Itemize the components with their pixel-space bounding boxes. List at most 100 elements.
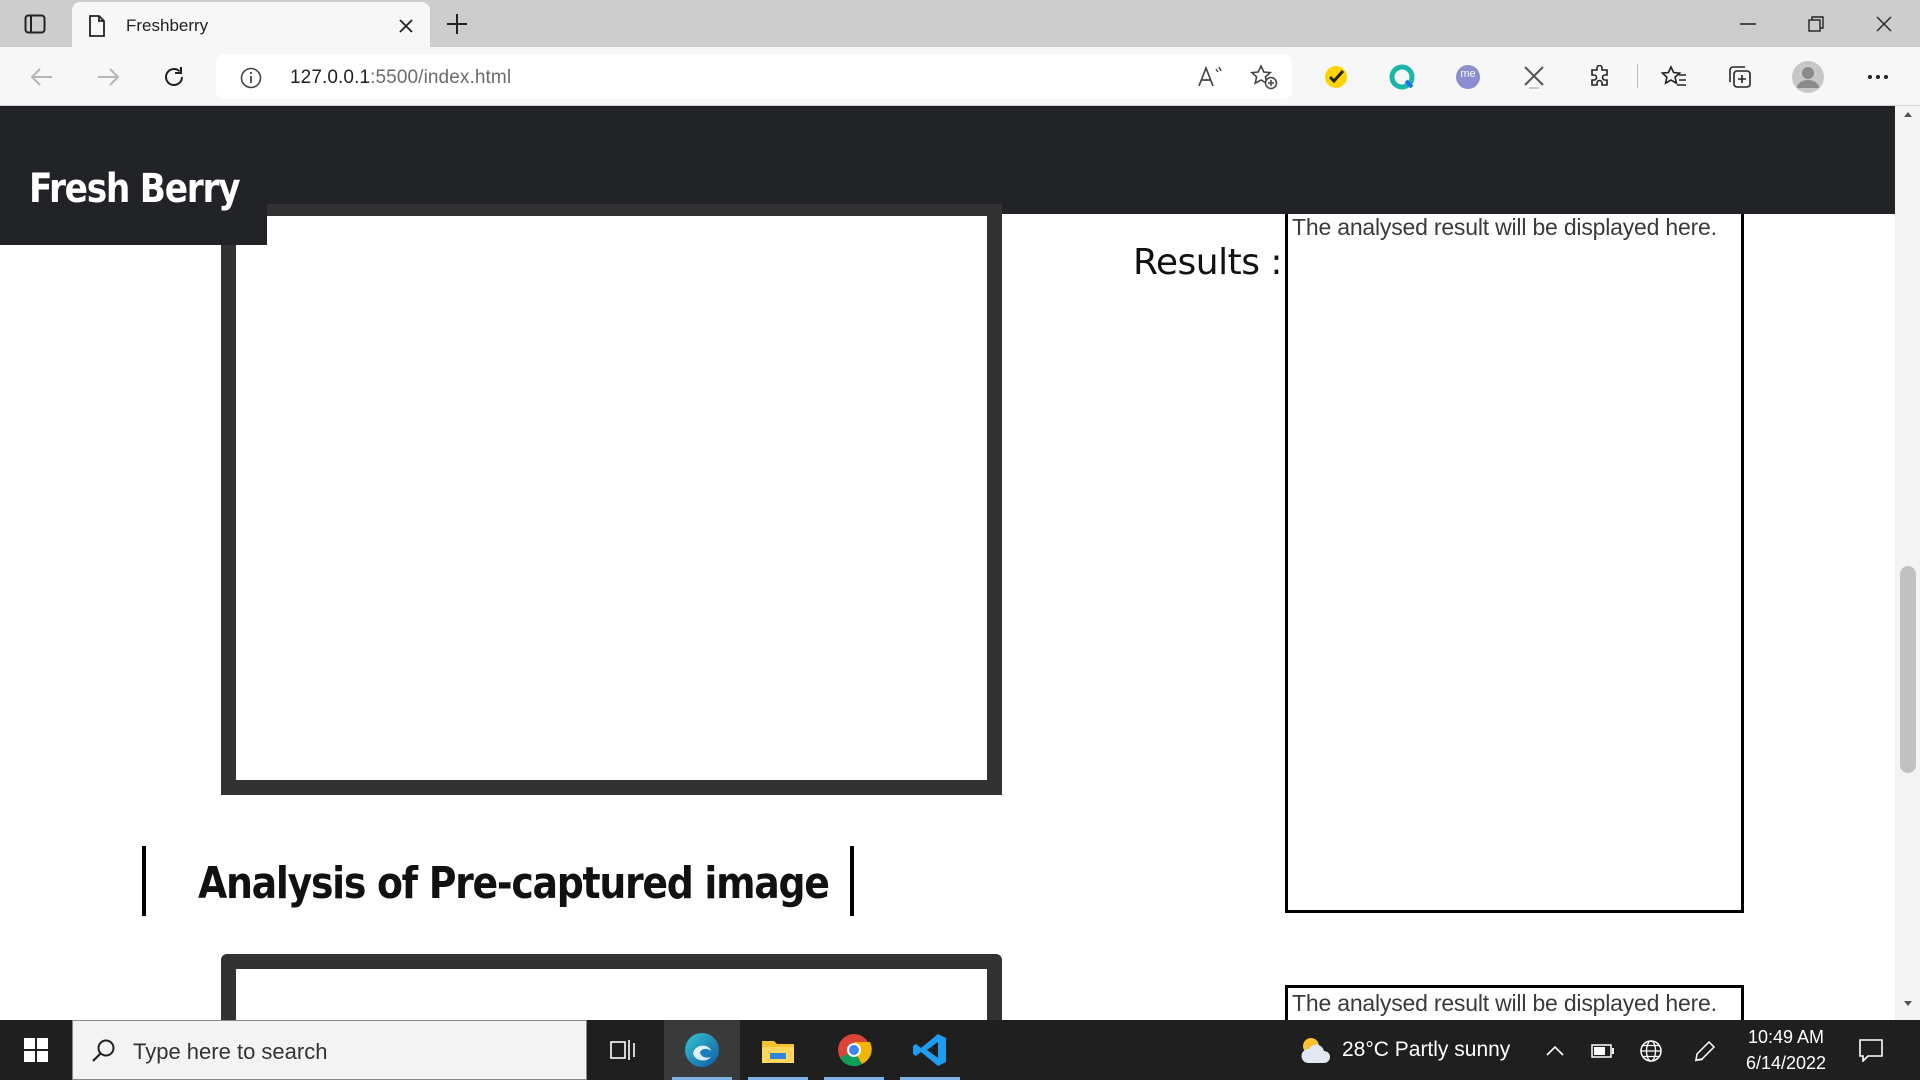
result-box: The analysed result will be displayed he… <box>1285 214 1744 913</box>
page-scrollbar[interactable] <box>1895 106 1920 1020</box>
close-icon <box>399 19 413 33</box>
extension-x-button[interactable] <box>1518 61 1550 93</box>
address-bar[interactable]: 127.0.0.1:5500/index.html <box>216 54 1292 99</box>
result-placeholder-2: The analysed result will be displayed he… <box>1292 990 1717 1016</box>
x-logo-icon <box>1524 66 1544 89</box>
read-aloud-button[interactable] <box>1194 61 1226 93</box>
plus-icon <box>447 14 467 34</box>
tab-title: Freshberry <box>126 16 209 35</box>
pen-icon <box>1694 1040 1716 1062</box>
camera-feed-frame <box>221 204 1002 795</box>
q-logo-icon <box>1389 64 1415 90</box>
chrome-browser-icon <box>838 1034 872 1067</box>
taskbar-chrome[interactable] <box>816 1020 892 1080</box>
weather-widget[interactable]: 28°C Partly sunny <box>1298 1020 1510 1080</box>
clock-date: 6/14/2022 <box>1745 1053 1827 1073</box>
me-badge-label: me <box>1460 68 1476 80</box>
folder-icon <box>762 1041 794 1063</box>
taskbar-vscode[interactable] <box>892 1020 968 1080</box>
toolbar-separator <box>1637 64 1638 88</box>
section-heading: Analysis of Pre-captured image <box>198 858 830 909</box>
more-dots-icon <box>1868 75 1888 79</box>
browser-tab-strip: Freshberry <box>0 0 1920 47</box>
url-text: 127.0.0.1:5500/index.html <box>290 67 512 88</box>
section-heading-container: Analysis of Pre-captured image <box>142 846 854 916</box>
task-view-icon <box>610 1040 635 1060</box>
extension-q-button[interactable] <box>1386 61 1418 93</box>
restore-button[interactable] <box>1782 0 1850 47</box>
globe-icon <box>1640 1040 1662 1062</box>
chevron-up-icon <box>1546 1046 1564 1056</box>
scroll-up-button[interactable] <box>1895 110 1920 126</box>
refresh-icon <box>165 67 183 86</box>
edge-browser-icon <box>685 1033 719 1067</box>
collections-button[interactable] <box>1724 61 1756 93</box>
favorites-icon <box>1661 65 1686 86</box>
windows-taskbar: Type here to search 28°C Partly sunny 10… <box>0 1020 1920 1080</box>
tab-actions-button[interactable] <box>18 10 52 38</box>
taskbar-file-explorer[interactable] <box>740 1020 816 1080</box>
restore-icon <box>1808 15 1824 32</box>
brand-title[interactable]: Fresh Berry <box>29 166 241 212</box>
taskbar-edge[interactable] <box>664 1020 740 1080</box>
notification-icon <box>1859 1039 1883 1062</box>
page-icon <box>88 15 106 42</box>
taskbar-search-box[interactable]: Type here to search <box>72 1020 587 1080</box>
caret-down-icon <box>1903 1001 1912 1006</box>
battery-button[interactable] <box>1590 1038 1616 1064</box>
tab-close-button[interactable] <box>394 14 418 38</box>
back-button[interactable] <box>26 61 58 93</box>
search-placeholder: Type here to search <box>133 1039 328 1064</box>
read-aloud-icon <box>1198 66 1222 87</box>
minimize-icon <box>1740 22 1756 25</box>
site-header <box>0 106 1895 214</box>
precaptured-image-frame <box>221 954 1002 1020</box>
add-favorite-button[interactable] <box>1248 61 1280 93</box>
more-menu-button[interactable] <box>1862 61 1894 93</box>
refresh-button[interactable] <box>158 61 190 93</box>
favorites-button[interactable] <box>1658 61 1690 93</box>
minimize-button[interactable] <box>1714 0 1782 47</box>
extension-me-button[interactable]: me <box>1452 61 1484 93</box>
task-view-button[interactable] <box>587 1020 659 1080</box>
collections-icon <box>1729 66 1751 88</box>
result-placeholder: The analysed result will be displayed he… <box>1292 214 1717 240</box>
extension-norton-button[interactable] <box>1320 61 1352 93</box>
result-box-2: The analysed result will be displayed he… <box>1285 985 1744 1020</box>
info-icon[interactable] <box>240 67 262 94</box>
add-favorite-icon <box>1250 64 1278 90</box>
search-icon <box>91 1038 117 1069</box>
checkmark-badge-icon <box>1325 66 1347 88</box>
network-button[interactable] <box>1638 1038 1664 1064</box>
profile-avatar-icon <box>1792 61 1824 93</box>
page-viewport: Fresh Berry Results : The analysed resul… <box>0 106 1895 1020</box>
results-label: Results : <box>1133 242 1283 283</box>
window-close-button[interactable] <box>1850 0 1918 47</box>
brand-box: Fresh Berry <box>0 106 267 245</box>
battery-icon <box>1591 1044 1614 1058</box>
profile-button[interactable] <box>1792 61 1824 93</box>
notifications-button[interactable] <box>1855 1034 1887 1066</box>
forward-button[interactable] <box>92 61 124 93</box>
caret-up-icon <box>1903 112 1912 117</box>
scroll-down-button[interactable] <box>1895 1000 1920 1016</box>
tab-actions-icon <box>24 14 46 34</box>
window-close-icon <box>1876 16 1892 31</box>
puzzle-icon <box>1591 65 1608 86</box>
partly-sunny-icon <box>1301 1038 1330 1063</box>
pen-button[interactable] <box>1692 1038 1718 1064</box>
forward-arrow-icon <box>98 68 120 86</box>
scrollbar-thumb[interactable] <box>1900 566 1916 773</box>
new-tab-button[interactable] <box>440 8 474 40</box>
clock-time: 10:49 AM <box>1747 1027 1825 1047</box>
weather-text: 28°C Partly sunny <box>1342 1038 1511 1061</box>
windows-logo-icon <box>24 1038 48 1062</box>
tray-overflow-button[interactable] <box>1542 1038 1568 1064</box>
vscode-icon <box>913 1034 946 1066</box>
start-button[interactable] <box>0 1020 72 1080</box>
extensions-button[interactable] <box>1584 61 1616 93</box>
browser-toolbar: 127.0.0.1:5500/index.html me <box>0 47 1920 106</box>
back-arrow-icon <box>30 68 52 86</box>
taskbar-clock[interactable]: 10:49 AM 6/14/2022 <box>1730 1024 1842 1076</box>
tab-freshberry[interactable]: Freshberry <box>72 2 430 47</box>
